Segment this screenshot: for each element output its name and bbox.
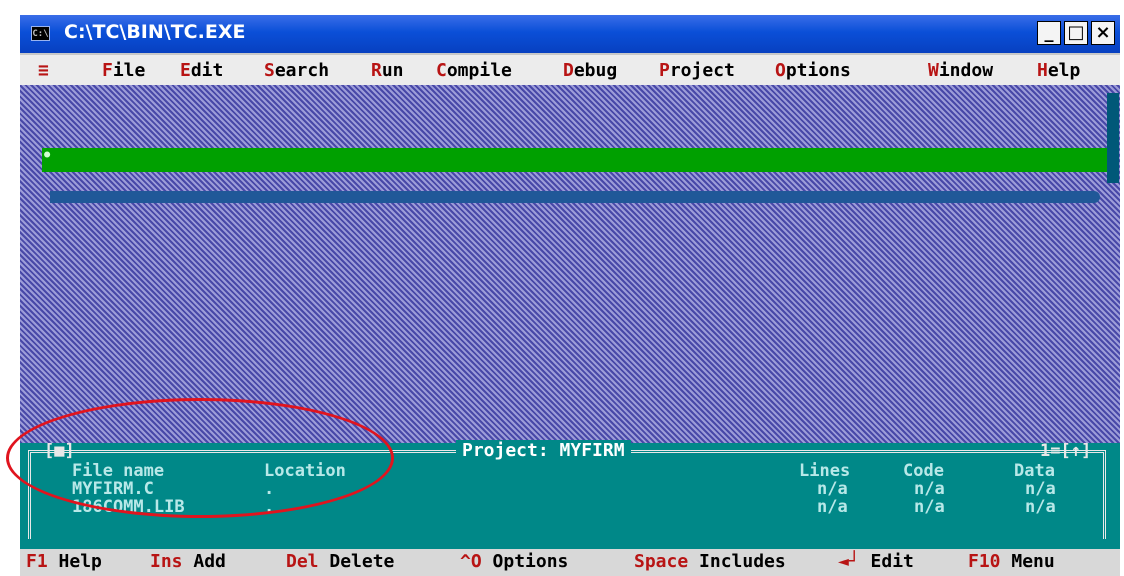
column-header-code[interactable]: Code bbox=[903, 461, 944, 481]
menu-file[interactable]: File bbox=[102, 60, 145, 81]
desktop-background bbox=[20, 85, 1120, 443]
menu-run-hotkey: R bbox=[371, 60, 382, 81]
annotation-circle bbox=[6, 398, 394, 518]
menu-options-hotkey: O bbox=[775, 60, 786, 81]
menu-options[interactable]: Options bbox=[775, 60, 851, 81]
row-lines: n/a bbox=[817, 479, 848, 499]
status-options-label: Options bbox=[481, 551, 569, 572]
close-button[interactable]: × bbox=[1091, 21, 1115, 45]
window-number-zoom[interactable]: 1=[↑] bbox=[1040, 441, 1091, 461]
window-title: C:\TC\BIN\TC.EXE bbox=[64, 21, 246, 43]
status-delete-key: Del bbox=[286, 551, 319, 572]
menu-window-hotkey: W bbox=[928, 60, 939, 81]
status-edit-label: Edit bbox=[859, 551, 914, 572]
menu-search-label: earch bbox=[274, 60, 330, 81]
cursor-icon: • bbox=[42, 146, 53, 166]
status-delete-label: Delete bbox=[318, 551, 395, 572]
menu-edit-hotkey: E bbox=[180, 60, 191, 81]
menu-project-hotkey: P bbox=[659, 60, 670, 81]
menu-compile[interactable]: Compile bbox=[436, 60, 512, 81]
row-code: n/a bbox=[914, 479, 945, 499]
system-menu-button[interactable]: ≡ bbox=[38, 60, 49, 81]
menu-search[interactable]: Search bbox=[264, 60, 329, 81]
status-add[interactable]: Ins Add bbox=[150, 551, 226, 572]
menu-compile-label: ompile bbox=[446, 60, 512, 81]
menu-help[interactable]: Help bbox=[1037, 60, 1080, 81]
menu-search-hotkey: S bbox=[264, 60, 275, 81]
row-code: n/a bbox=[914, 497, 945, 517]
menu-edit[interactable]: Edit bbox=[180, 60, 223, 81]
status-add-label: Add bbox=[182, 551, 226, 572]
menu-file-label: ile bbox=[112, 60, 146, 81]
window-title-bar[interactable]: C:\ C:\TC\BIN\TC.EXE _ □ × bbox=[20, 15, 1120, 53]
menu-window-label: indow bbox=[938, 60, 994, 81]
row-data: n/a bbox=[1025, 479, 1056, 499]
status-help-key: F1 bbox=[26, 551, 48, 572]
vertical-scrollbar[interactable] bbox=[1107, 93, 1119, 183]
row-lines: n/a bbox=[817, 497, 848, 517]
menu-run-label: un bbox=[381, 60, 404, 81]
menu-project-label: roject bbox=[669, 60, 735, 81]
minimize-button[interactable]: _ bbox=[1037, 21, 1061, 45]
column-header-data[interactable]: Data bbox=[1014, 461, 1055, 481]
status-options[interactable]: ^O Options bbox=[460, 551, 568, 572]
horizontal-scrollbar[interactable] bbox=[50, 191, 1100, 203]
menu-compile-hotkey: C bbox=[436, 60, 447, 81]
menu-options-label: ptions bbox=[785, 60, 851, 81]
menu-edit-label: dit bbox=[190, 60, 224, 81]
status-help[interactable]: F1 Help bbox=[26, 551, 102, 572]
menu-run[interactable]: Run bbox=[371, 60, 404, 81]
menu-debug-label: ebug bbox=[573, 60, 618, 81]
status-includes-label: Includes bbox=[688, 551, 786, 572]
menu-file-hotkey: F bbox=[102, 60, 113, 81]
menu-help-hotkey: H bbox=[1037, 60, 1048, 81]
menu-debug[interactable]: Debug bbox=[563, 60, 617, 81]
menu-help-label: elp bbox=[1047, 60, 1081, 81]
enter-key-icon: ◄┘ bbox=[838, 551, 860, 572]
status-menu[interactable]: F10 Menu bbox=[968, 551, 1055, 572]
selected-row-highlight[interactable]: • bbox=[42, 146, 1110, 172]
row-data: n/a bbox=[1025, 497, 1056, 517]
status-edit[interactable]: ◄┘ Edit bbox=[838, 551, 914, 572]
status-menu-key: F10 bbox=[968, 551, 1001, 572]
menu-project[interactable]: Project bbox=[659, 60, 735, 81]
status-add-key: Ins bbox=[150, 551, 183, 572]
menu-bar: ≡ File Edit Search Run Compile Debug Pro… bbox=[20, 53, 1120, 85]
status-includes[interactable]: Space Includes bbox=[634, 551, 786, 572]
column-header-lines[interactable]: Lines bbox=[799, 461, 850, 481]
project-window-title: Project: MYFIRM bbox=[456, 440, 631, 461]
status-menu-label: Menu bbox=[1000, 551, 1055, 572]
menu-debug-hotkey: D bbox=[563, 60, 574, 81]
menu-window[interactable]: Window bbox=[928, 60, 993, 81]
status-options-key: ^O bbox=[460, 551, 482, 572]
status-includes-key: Space bbox=[634, 551, 689, 572]
maximize-button[interactable]: □ bbox=[1064, 21, 1088, 45]
status-help-label: Help bbox=[47, 551, 102, 572]
cmd-icon[interactable]: C:\ bbox=[31, 26, 50, 41]
status-delete[interactable]: Del Delete bbox=[286, 551, 394, 572]
status-bar: F1 Help Ins Add Del Delete ^O Options Sp… bbox=[20, 549, 1120, 576]
